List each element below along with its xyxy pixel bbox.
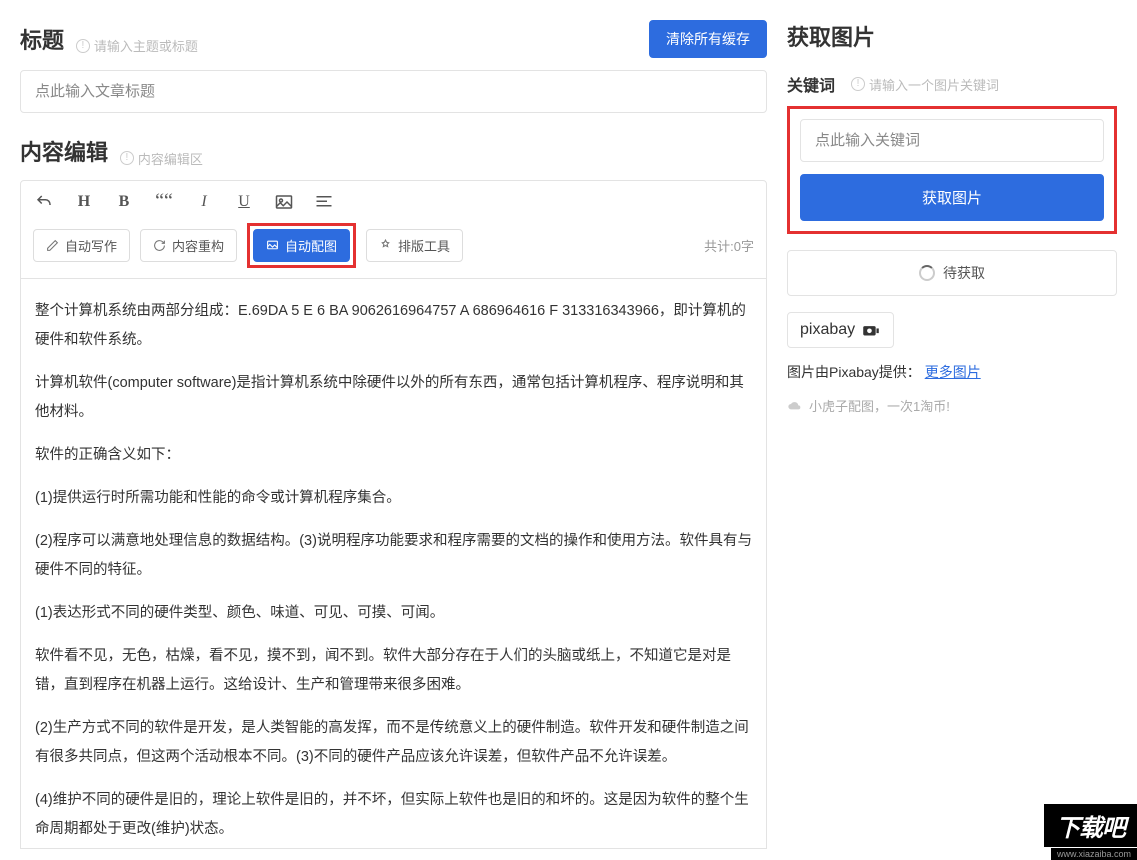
rebuild-button[interactable]: 内容重构 xyxy=(140,229,237,262)
auto-image-button[interactable]: 自动配图 xyxy=(253,229,350,262)
sidebar-title: 获取图片 xyxy=(787,20,1117,52)
italic-icon[interactable]: I xyxy=(193,191,215,213)
content-hint: ! 内容编辑区 xyxy=(120,149,203,168)
paragraph: (2)程序可以满意地处理信息的数据结构。(3)说明程序功能要求和程序需要的文档的… xyxy=(35,527,752,585)
keyword-highlight-box: 获取图片 xyxy=(787,106,1117,234)
clear-cache-button[interactable]: 清除所有缓存 xyxy=(649,20,767,58)
keyword-hint: ! 请输入一个图片关键词 xyxy=(851,75,999,94)
content-section-label: 内容编辑 xyxy=(20,140,108,165)
paragraph: 软件的正确含义如下： xyxy=(35,441,752,470)
word-count: 共计:0字 xyxy=(704,236,754,255)
paragraph: 计算机软件(computer software)是指计算机系统中除硬件以外的所有… xyxy=(35,369,752,427)
info-icon: ! xyxy=(851,77,865,91)
editor-content[interactable]: 整个计算机系统由两部分组成：E.69DA 5 E 6 BA 9062616964… xyxy=(20,279,767,849)
paragraph: (1)提供运行时所需功能和性能的命令或计算机程序集合。 xyxy=(35,484,752,513)
camera-icon xyxy=(861,323,881,337)
more-images-link[interactable]: 更多图片 xyxy=(925,364,981,380)
paragraph: 软件看不见，无色，枯燥，看不见，摸不到，闻不到。软件大部分存在于人们的头脑或纸上… xyxy=(35,642,752,700)
image-icon[interactable] xyxy=(273,191,295,213)
article-title-input[interactable] xyxy=(20,70,767,113)
keyword-input[interactable] xyxy=(800,119,1104,162)
auto-image-highlight: 自动配图 xyxy=(247,223,356,268)
auto-write-button[interactable]: 自动写作 xyxy=(33,229,130,262)
loading-icon xyxy=(919,265,935,281)
image-credit: 图片由Pixabay提供： 更多图片 xyxy=(787,362,1117,382)
title-hint: ! 请输入主题或标题 xyxy=(76,36,198,55)
get-image-button[interactable]: 获取图片 xyxy=(800,174,1104,221)
info-icon: ! xyxy=(120,151,134,165)
paragraph: (1)表达形式不同的硬件类型、颜色、味道、可见、可摸、可闻。 xyxy=(35,599,752,628)
bold-icon[interactable]: B xyxy=(113,191,135,213)
cloud-icon xyxy=(787,400,803,412)
quote-icon[interactable]: ““ xyxy=(153,191,175,213)
heading-icon[interactable]: H xyxy=(73,191,95,213)
paragraph: 整个计算机系统由两部分组成：E.69DA 5 E 6 BA 9062616964… xyxy=(35,297,752,355)
align-icon[interactable] xyxy=(313,191,335,213)
layout-tool-button[interactable]: 排版工具 xyxy=(366,229,463,262)
underline-icon[interactable]: U xyxy=(233,191,255,213)
watermark: 下载吧 www.xiazaiba.com xyxy=(997,804,1137,860)
pixabay-logo: pixabay xyxy=(787,312,894,348)
keyword-label: 关键词 xyxy=(787,72,835,96)
paragraph: (4)维护不同的硬件是旧的，理论上软件是旧的，并不坏，但实际上软件也是旧的和坏的… xyxy=(35,786,752,844)
footer-note: 小虎子配图，一次1淘币! xyxy=(787,396,1117,415)
undo-icon[interactable] xyxy=(33,191,55,213)
info-icon: ! xyxy=(76,39,90,53)
paragraph: (2)生产方式不同的软件是开发，是人类智能的高发挥，而不是传统意义上的硬件制造。… xyxy=(35,714,752,772)
pending-button[interactable]: 待获取 xyxy=(787,250,1117,296)
title-section-label: 标题 xyxy=(20,28,64,53)
